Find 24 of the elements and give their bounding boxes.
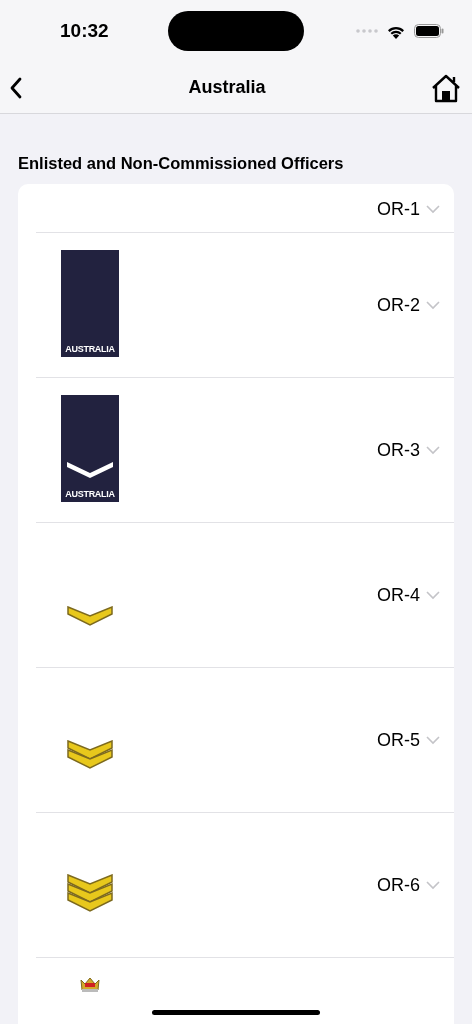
battery-icon xyxy=(414,24,444,38)
rank-row-toggle[interactable]: OR-6 xyxy=(377,875,440,896)
chevron-stripe-icon xyxy=(67,606,113,629)
chevron-icon xyxy=(426,205,440,214)
slide-text: AUSTRALIA xyxy=(65,489,115,499)
chevron-icon xyxy=(426,736,440,745)
rank-row-toggle[interactable]: OR-3 xyxy=(377,440,440,461)
signal-icon xyxy=(356,29,378,33)
nav-title: Australia xyxy=(188,77,266,98)
rank-row-toggle[interactable]: OR-1 xyxy=(377,199,440,220)
section-header: Enlisted and Non-Commissioned Officers xyxy=(17,153,345,174)
chevron-icon xyxy=(426,881,440,890)
rank-row-toggle[interactable]: OR-5 xyxy=(377,730,440,751)
chevron-icon xyxy=(426,591,440,600)
chevron-stripe-icon xyxy=(67,874,113,915)
chevron-icon xyxy=(426,446,440,455)
rank-row-toggle[interactable]: OR-2 xyxy=(377,295,440,316)
status-time: 10:32 xyxy=(60,20,110,42)
chevron-stripe-icon xyxy=(67,740,113,772)
slide-text: AUSTRALIA xyxy=(65,344,115,354)
rank-row-toggle[interactable]: OR-4 xyxy=(377,585,440,606)
back-button[interactable] xyxy=(8,75,24,100)
home-button[interactable] xyxy=(430,72,462,103)
chevron-icon xyxy=(426,301,440,310)
